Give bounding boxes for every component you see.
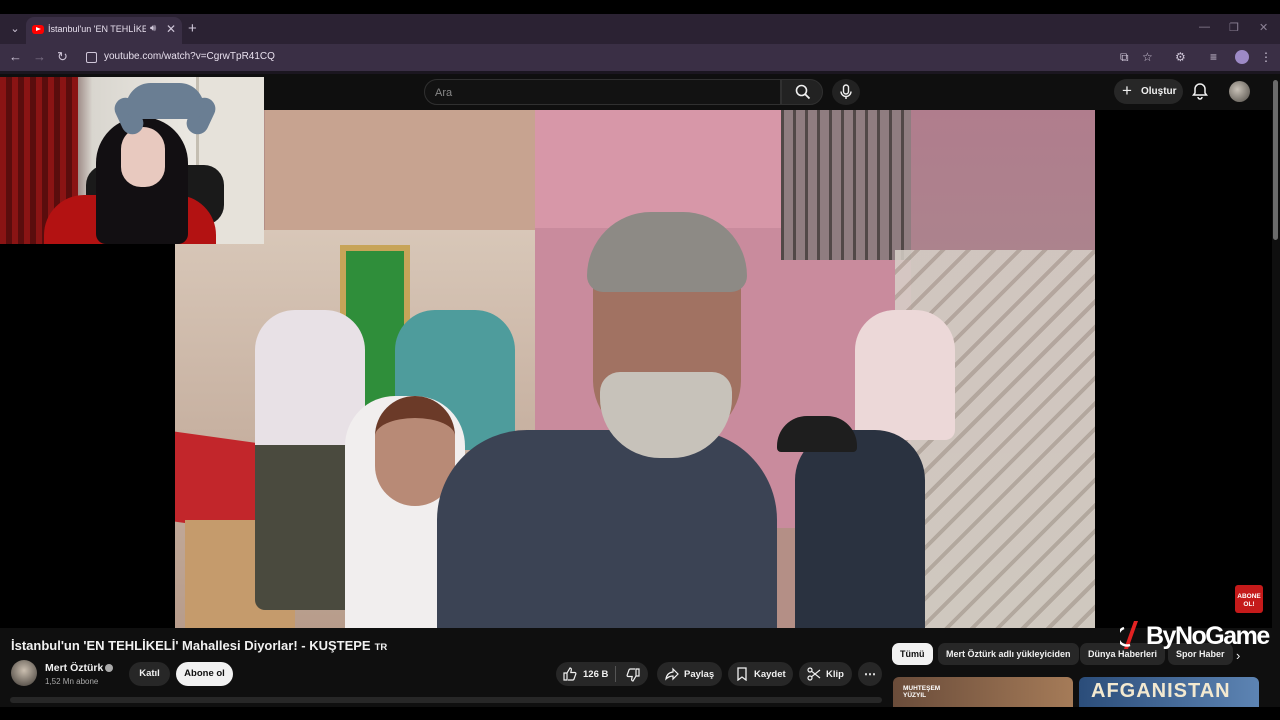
tab-title: İstanbul'un 'EN TEHLİKELİ' M — [48, 24, 146, 34]
clip-label[interactable]: Klip — [826, 669, 844, 680]
minimize-icon[interactable]: — — [1199, 21, 1210, 33]
thumbnail-caption: MUHTEŞEM YÜZYIL — [903, 685, 941, 699]
profile-avatar-icon[interactable] — [1235, 50, 1249, 64]
extensions-icon[interactable]: ⚙ — [1175, 50, 1186, 64]
create-button[interactable]: + Oluştur — [1114, 79, 1183, 104]
scene-boy-cap — [795, 430, 925, 628]
thumbs-down-icon — [626, 668, 640, 682]
scene-balcony — [781, 110, 911, 260]
channel-avatar[interactable] — [11, 660, 37, 686]
share-icon — [665, 667, 679, 686]
subscribe-button[interactable]: Abone ol — [176, 662, 233, 686]
title-flag: TR — [374, 642, 388, 653]
new-tab-icon[interactable]: + — [188, 20, 197, 37]
reload-icon[interactable]: ↻ — [57, 49, 68, 65]
maximize-icon[interactable]: ❐ — [1229, 21, 1239, 34]
like-button[interactable] — [563, 667, 577, 686]
window-close-icon[interactable]: ✕ — [1259, 21, 1268, 34]
window-bottom-edge — [0, 707, 1280, 720]
recommended-video-thumbnail[interactable]: MUHTEŞEM YÜZYIL — [893, 677, 1073, 707]
scene-cap — [777, 416, 857, 452]
like-count[interactable]: 126 B — [583, 669, 608, 680]
subscriber-count: 1,52 Mn abone — [45, 677, 99, 686]
streamer-webcam-overlay — [0, 77, 264, 244]
browser-address-bar: ← → ↻ youtube.com/watch?v=CgrwTpR41CQ ⧉ … — [0, 44, 1280, 71]
join-button[interactable]: Katıl — [129, 662, 170, 686]
scene-pink-building — [535, 110, 785, 228]
scissors-icon — [807, 667, 821, 686]
thumbnail-caption: AFGANISTAN — [1091, 680, 1231, 702]
site-info-icon[interactable] — [86, 52, 97, 63]
forward-arrow-icon[interactable]: → — [33, 49, 46, 64]
browser-tab-bar: ⌄ İstanbul'un 'EN TEHLİKELİ' M 🔊︎ ✕ + — … — [0, 14, 1280, 44]
video-frame[interactable] — [175, 110, 1095, 628]
account-avatar[interactable] — [1229, 81, 1250, 102]
notifications-button[interactable] — [1191, 82, 1209, 105]
bookmark-star-icon[interactable]: ☆ — [1142, 50, 1153, 64]
youtube-favicon-icon — [32, 25, 44, 34]
audio-playing-icon[interactable]: 🔊︎ — [150, 23, 156, 34]
save-label[interactable]: Kaydet — [754, 669, 786, 680]
scrollbar-thumb[interactable] — [1273, 80, 1278, 240]
search-icon — [795, 84, 811, 100]
video-title: İstanbul'un 'EN TEHLİKELİ' Mahallesi Diy… — [11, 638, 387, 653]
page-scrollbar[interactable] — [1272, 74, 1280, 720]
share-label[interactable]: Paylaş — [684, 669, 714, 680]
dislike-button[interactable] — [626, 668, 640, 687]
bookmark-icon — [736, 667, 748, 686]
search-input[interactable] — [435, 84, 765, 101]
chip-from-uploader[interactable]: Mert Öztürk adlı yükleyiciden — [938, 643, 1079, 665]
video-title-text: İstanbul'un 'EN TEHLİKELİ' Mahallesi Diy… — [11, 638, 371, 653]
chip-all[interactable]: Tümü — [892, 643, 933, 665]
window-top-edge — [0, 0, 1280, 14]
verified-badge-icon — [105, 664, 113, 672]
back-arrow-icon[interactable]: ← — [9, 49, 22, 64]
webcam-hat — [126, 83, 204, 119]
badge-line1: ABONE — [1237, 593, 1261, 600]
microphone-icon — [840, 84, 852, 99]
like-divider — [615, 666, 616, 682]
voice-search-button[interactable] — [832, 79, 860, 105]
scene-old-man — [437, 430, 777, 628]
tab-close-icon[interactable]: ✕ — [166, 22, 176, 36]
scene-wall — [265, 110, 535, 230]
description-box-edge[interactable] — [10, 697, 882, 703]
more-actions-button[interactable]: ⋯ — [858, 662, 882, 686]
browser-menu-icon[interactable]: ⋮ — [1260, 50, 1272, 64]
plus-icon: + — [1122, 81, 1132, 100]
thumbs-up-icon — [563, 667, 577, 681]
channel-name[interactable]: Mert Öztürk — [45, 662, 103, 674]
scene-child — [855, 310, 955, 440]
badge-line2: OL! — [1243, 601, 1255, 608]
media-control-icon[interactable]: ≡ — [1210, 50, 1217, 64]
subscribe-badge-overlay: ABONE OL! — [1235, 585, 1263, 613]
search-box[interactable] — [424, 79, 781, 105]
webcam-streamer-face — [121, 127, 165, 187]
search-button[interactable] — [781, 79, 823, 105]
toolbar-divider — [0, 71, 1280, 74]
url-text[interactable]: youtube.com/watch?v=CgrwTpR41CQ — [104, 51, 275, 62]
bell-icon — [1192, 83, 1208, 100]
tab-search-chevron-icon[interactable]: ⌄ — [6, 20, 24, 38]
watermark-text: ByNoGame — [1146, 622, 1270, 650]
more-dots-icon: ⋯ — [864, 667, 876, 681]
install-app-icon[interactable]: ⧉ — [1120, 50, 1129, 65]
create-label: Oluştur — [1141, 86, 1177, 97]
browser-tab-youtube[interactable]: İstanbul'un 'EN TEHLİKELİ' M 🔊︎ ✕ — [26, 17, 182, 44]
bynogame-logo-icon — [1120, 621, 1138, 649]
recommended-video-thumbnail[interactable]: AFGANISTAN — [1079, 677, 1259, 707]
